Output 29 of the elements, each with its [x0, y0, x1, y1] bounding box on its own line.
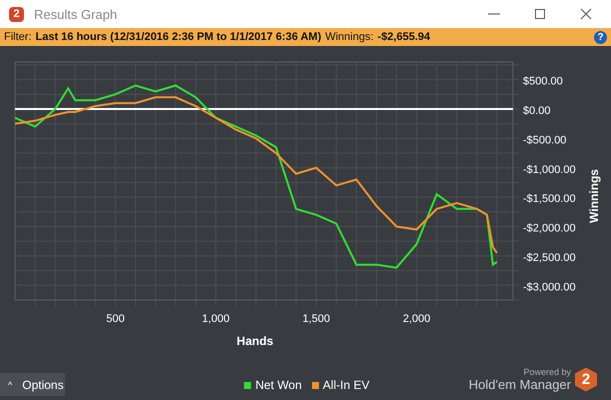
- maximize-icon[interactable]: [533, 7, 547, 21]
- filter-label: Filter:: [4, 31, 32, 43]
- y-tick-label: -$500.00: [523, 134, 566, 146]
- y-tick-label: -$2,000.00: [523, 222, 576, 235]
- x-tick-label: 500: [106, 313, 125, 325]
- y-tick-label: -$3,000.00: [523, 281, 576, 294]
- winnings-label: Winnings:: [325, 31, 374, 43]
- x-axis-title: Hands: [236, 334, 274, 346]
- filter-value: Last 16 hours (12/31/2016 2:36 PM to 1/1/2017 6:36 AM): [36, 31, 322, 43]
- y-tick-label: -$2,500.00: [523, 252, 576, 264]
- x-tick-label: 1,500: [302, 313, 330, 325]
- y-tick-label: $0.00: [523, 105, 551, 117]
- window-title: Results Graph: [34, 6, 118, 22]
- powered-by-text: Powered by: [523, 367, 571, 377]
- app-logo-icon: 2: [9, 6, 24, 22]
- legend-label: All-In EV: [322, 378, 370, 392]
- product-name: Hold'em Manager: [468, 377, 571, 392]
- options-button[interactable]: ^ Options: [0, 373, 65, 396]
- help-icon[interactable]: ?: [594, 30, 607, 44]
- y-tick-label: $500.00: [523, 76, 563, 88]
- legend-label: Net Won: [255, 378, 302, 392]
- y-axis-title: Winnings: [587, 169, 601, 223]
- x-tick-label: 2,000: [402, 313, 430, 325]
- winnings-value: -$2,655.94: [378, 31, 430, 43]
- y-tick-label: -$1,500.00: [523, 193, 576, 206]
- x-tick-label: 1,000: [202, 313, 230, 325]
- brand-logo-icon: 2: [575, 368, 597, 392]
- close-icon[interactable]: [579, 7, 593, 21]
- y-tick-label: -$1,000.00: [523, 164, 576, 176]
